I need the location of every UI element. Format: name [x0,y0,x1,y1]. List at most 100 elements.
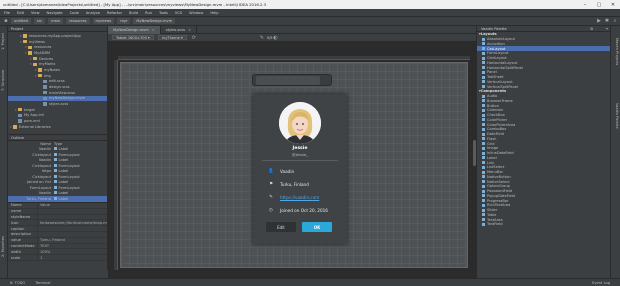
menu-navigate[interactable]: Navigate [47,11,63,15]
project-tree-item-label: Devices [39,56,54,61]
component-icon [54,152,57,156]
menu-run[interactable]: Run [145,11,152,15]
component-tree-row[interactable]: Turku, Finland Label [8,196,107,202]
component-tree-row[interactable]: https Label [8,169,107,175]
breadcrumb-item[interactable]: myviews [92,18,115,24]
debug-icon[interactable]: ✱ [604,18,610,24]
edit-button[interactable]: Edit [266,222,296,232]
component-tree-row[interactable]: FormLayout FormLayout [8,185,107,191]
event-log-tab[interactable]: Event Log [592,281,610,285]
vaadin-palette-panel: Vaadin Palette ▾ Layouts AbsoluteLayout Ac… [476,26,610,278]
menu-view[interactable]: View [31,11,40,15]
prop-column-name: Name [8,203,38,208]
breadcrumb-item[interactable]: resources [66,18,90,24]
run-icon[interactable]: ▶ [596,18,602,24]
edit-icon[interactable]: ✎ [259,35,265,41]
ok-button[interactable]: OK [302,222,332,232]
menu-file[interactable]: File [4,11,10,15]
maximize-button[interactable]: ▢ [592,2,606,8]
menu-edit[interactable]: Edit [17,11,24,15]
component-type-cell: FormLayout [54,152,107,157]
property-value[interactable]: 100% [38,250,107,254]
breadcrumb-item[interactable]: myr [117,18,131,24]
status-bar: 6: TODO Terminal Event Log [0,278,620,286]
component-tree-row[interactable]: Vaadin Label [8,158,107,164]
menu-help[interactable]: Help [210,11,218,15]
component-tree-row[interactable]: Vaadin Label [8,147,107,153]
project-panel-title: Project [11,26,24,31]
theme-dropdown[interactable]: myTheme ▾ [157,34,187,41]
menu-tools[interactable]: Tools [159,11,168,15]
close-tab-icon[interactable]: × [152,28,155,32]
project-tree-item-label: pom.xml [24,119,40,124]
component-tree-row[interactable]: Cicklayout FormLayout [8,163,107,169]
component-tree-row[interactable]: Cicklayout FormLayout [8,174,107,180]
folder-icon [23,34,27,38]
project-tree-item-label: myNewDesign.mvm [49,96,86,101]
menu-analyze[interactable]: Analyze [86,11,100,15]
terminal-tab[interactable]: Terminal [35,281,50,285]
breadcrumb-item[interactable]: main [48,18,64,24]
property-row[interactable]: scale 1 [8,255,107,261]
project-panel: Project ▾ resources.myApp.projectApp ▾ myVi… [8,26,108,134]
avatar-image [279,102,321,144]
design-search-box[interactable] [252,74,332,86]
menu-refactor[interactable]: Refactor [107,11,122,15]
palette-item-label: CheckBox [487,113,505,118]
design-search-input[interactable] [256,76,320,85]
component-icon [54,158,57,162]
gear-icon[interactable]: ⚙ [590,27,593,31]
favorites-tool-tab[interactable]: 2: Favorites [1,232,7,262]
component-icon [482,175,485,179]
profile-link[interactable]: https://vaadin.com [280,195,319,200]
view-icon[interactable]: ◐ [273,35,279,41]
maven-tool-tab[interactable]: Maven Projects [613,32,619,72]
palette-item[interactable]: TextField [477,222,610,227]
structure-tool-tab[interactable]: 7: Structure [1,66,7,94]
breadcrumb-item[interactable]: untitled [11,18,31,24]
component-tree-row[interactable]: Joined on Oct Label [8,180,107,186]
menu-build[interactable]: Build [129,11,138,15]
property-value[interactable]: 1 [38,256,107,260]
search-icon[interactable]: ⌕ [612,18,618,24]
component-icon [482,151,485,155]
component-name: Turku, Finland [26,196,51,201]
rotate-icon[interactable]: ⟳ [191,35,197,41]
menu-code[interactable]: Code [70,11,79,15]
palette-item-label: NativeButton [487,174,511,179]
component-tree-row[interactable]: Vaadin Label [8,191,107,197]
component-type-cell: FormLayout [54,163,107,168]
project-tool-tab[interactable]: 1: Project [1,30,7,54]
folder-icon [33,62,37,66]
component-icon [482,213,485,217]
folder-icon [28,45,32,49]
breadcrumb-item[interactable]: MyNewDesign.mvm [133,18,176,24]
component-icon [482,118,485,122]
close-tab-icon[interactable]: × [188,28,191,32]
hide-icon[interactable]: ⇥ [605,27,608,31]
component-type: FormLayout [58,185,80,190]
breadcrumb-item[interactable]: src [33,18,46,24]
palette-item-label: TextField [487,222,503,227]
device-dropdown[interactable]: Tablet 1600×700 ▾ [112,34,154,41]
tab-styles-scss[interactable]: styles.scss × [161,25,198,34]
project-tree-item[interactable]: ▾ External Libraries [8,124,107,130]
user-icon: 👤 [268,168,274,174]
property-value[interactable]: fontawesome://fonticonname/map-marker [38,221,107,225]
palette-item-label: FormLayout [487,51,509,56]
palette-tool-tab[interactable]: Vaadin Palette [613,96,619,136]
todo-tab[interactable]: 6: TODO [10,281,25,285]
menu-window[interactable]: Window [189,11,203,15]
property-value[interactable]: Turku, Finland [38,238,107,242]
file-icon [18,119,22,123]
component-tree-row[interactable]: Cicklayout FormLayout [8,152,107,158]
minimize-button[interactable]: – [578,2,592,8]
component-icon [482,218,485,222]
left-tool-strip: 1: Project 7: Structure 2: Favorites [0,26,8,278]
close-button[interactable]: ✕ [606,2,620,8]
tab-mynewdesign-mvm[interactable]: MyNewDesign.mvm × [108,25,161,34]
component-name: Vaadin [38,191,51,196]
column-header-name: Name [40,141,51,146]
property-value[interactable]: TEXT [38,244,107,248]
menu-vcs[interactable]: VCS [175,11,182,15]
